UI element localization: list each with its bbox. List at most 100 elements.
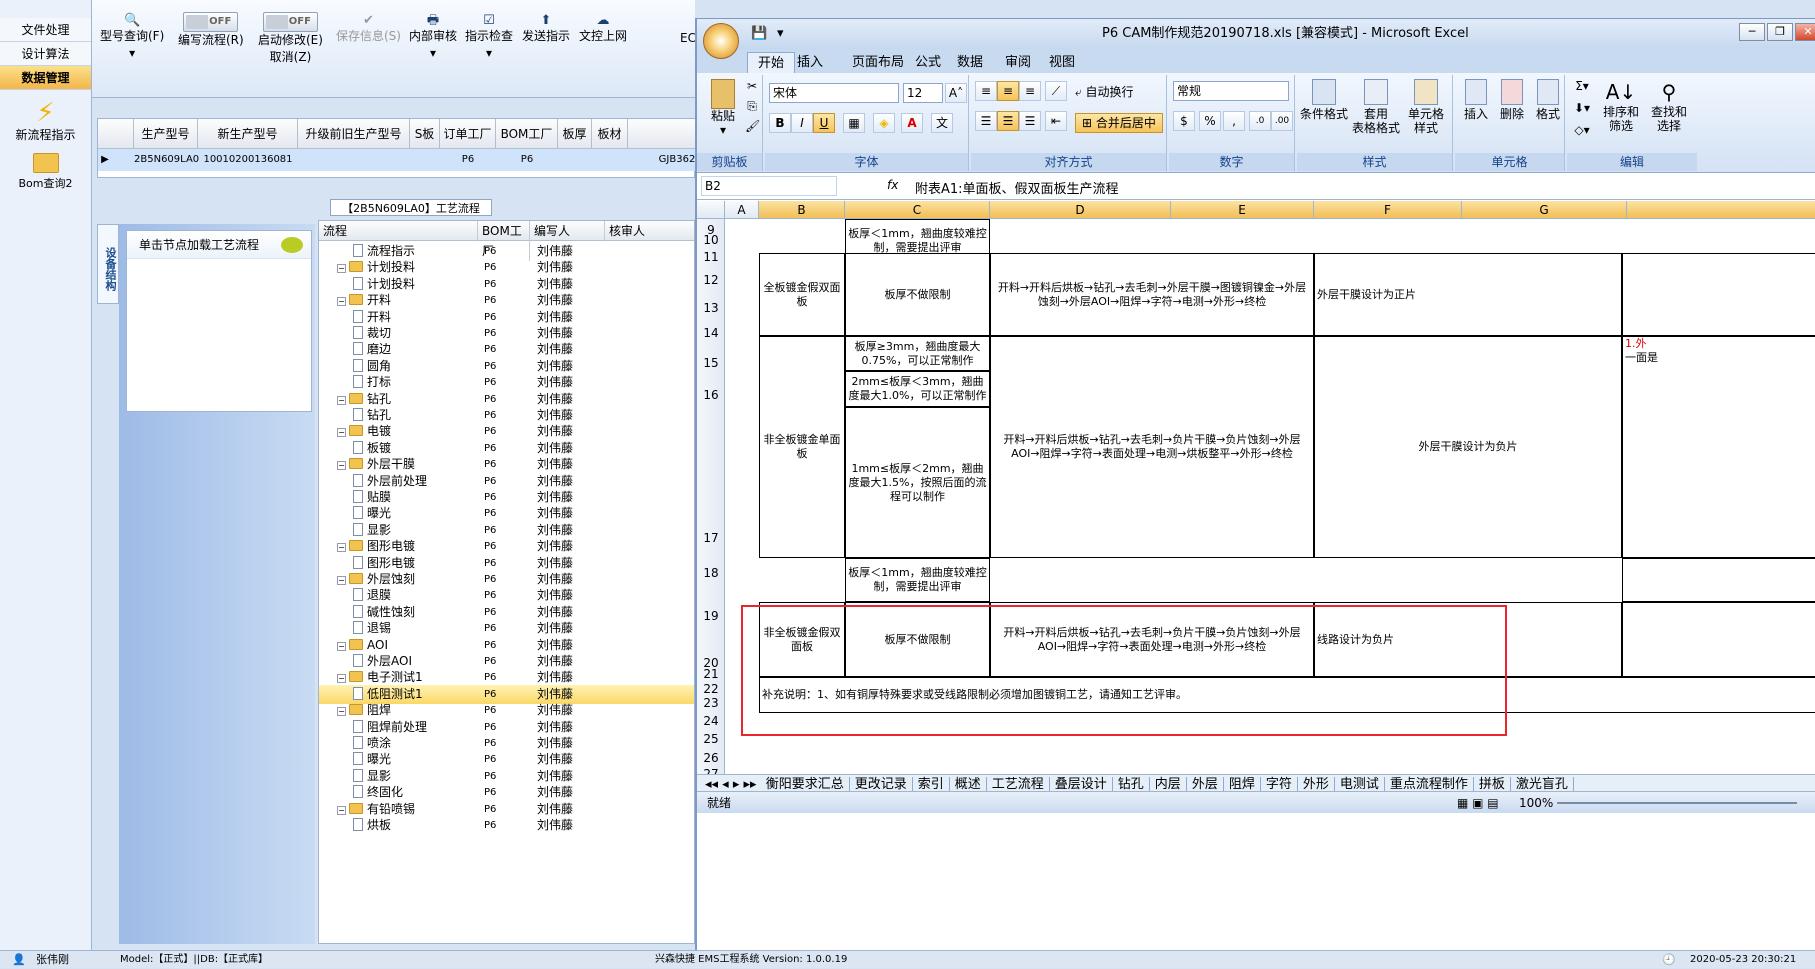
zoom-slider[interactable] (1557, 802, 1797, 804)
minimize-button[interactable]: ─ (1739, 23, 1765, 41)
grid-header[interactable]: 升级前旧生产型号 (298, 119, 410, 149)
grid-cell[interactable]: P6 (440, 149, 496, 171)
collapse-icon[interactable]: − (337, 576, 346, 585)
sheet-cell[interactable]: 开料→开料后烘板→钻孔→去毛刺→负片干膜→负片蚀刻→外层AOI→阻焊→字符→表面… (990, 336, 1314, 558)
format-table-button[interactable]: 套用 表格格式 (1351, 79, 1401, 135)
close-button[interactable]: ✕ (1795, 23, 1815, 41)
collapse-icon[interactable]: − (337, 543, 346, 553)
zoom-level[interactable]: 100% (1519, 792, 1553, 814)
collapse-icon[interactable]: − (337, 428, 346, 438)
nav-data[interactable]: 数据管理 (0, 66, 91, 90)
view-buttons[interactable]: ▦ ▣ ▤ (1457, 792, 1499, 814)
sheet-tab[interactable]: 电测试 (1334, 777, 1385, 792)
row-header[interactable]: 25 (697, 732, 725, 746)
collapse-icon[interactable]: − (337, 297, 346, 307)
ec-button[interactable]: EC (680, 30, 696, 47)
font-size-select[interactable]: 12 (903, 83, 943, 103)
sheet-cell[interactable]: 非全板镀金单面板 (759, 336, 845, 558)
align-center-icon[interactable]: ☰ (997, 111, 1019, 131)
upload-button[interactable]: ☁ 文控上网 (579, 12, 627, 45)
grid-header[interactable]: 板材 (592, 119, 628, 149)
quick-access-dropdown-icon[interactable]: ▾ (777, 19, 784, 49)
nav-design[interactable]: 设计算法 (0, 42, 91, 66)
sheet-cell[interactable]: 板厚不做限制 (845, 253, 990, 336)
sheet-tab[interactable]: 工艺流程 (986, 777, 1050, 792)
office-button[interactable] (703, 23, 739, 59)
copy-icon[interactable]: ⎘ (745, 99, 759, 113)
sheet-cell[interactable]: 1mm≤板厚＜2mm，翘曲度最大1.5%，按照后面的流程可以制作 (845, 407, 990, 558)
comma-icon[interactable]: , (1223, 111, 1245, 131)
sheet-tab[interactable]: 索引 (912, 777, 950, 792)
sheet-tab[interactable]: 更改记录 (849, 777, 913, 792)
orientation-icon[interactable]: ⟋ (1045, 81, 1067, 101)
row-header[interactable]: 26 (697, 751, 725, 765)
grow-font-icon[interactable]: A˄ (945, 83, 967, 103)
sheet-cell[interactable]: 1.外 一面是 (1622, 336, 1815, 558)
save-info-button[interactable]: ✔ 保存信息(S) (336, 12, 401, 45)
grid-header[interactable]: 板厚 (558, 119, 592, 149)
sheet-cell[interactable]: 外层干膜设计为负片 (1314, 336, 1622, 558)
sheet-tab[interactable]: 叠层设计 (1049, 777, 1113, 792)
check-button[interactable]: ☑ 指示检查 ▾ (465, 12, 513, 62)
ribbon-tab[interactable]: 插入 (797, 52, 823, 73)
sheet-tab[interactable]: 阻焊 (1223, 777, 1261, 792)
grid-cell[interactable]: GJB362 (658, 149, 696, 171)
grid-header[interactable]: 订单工厂 (440, 119, 496, 149)
find-select-button[interactable]: ⚲ 查找和 选择 (1647, 79, 1691, 133)
font-name-select[interactable]: 宋体 (769, 83, 899, 103)
conditional-format-button[interactable]: 条件格式 (1299, 79, 1349, 121)
sheet-cell[interactable] (1622, 558, 1815, 602)
align-left-icon[interactable]: ☰ (975, 111, 997, 131)
sheet-cell[interactable]: 全板镀金假双面板 (759, 253, 845, 336)
align-top-icon[interactable]: ≡ (975, 81, 997, 101)
clear-icon[interactable]: ◇▾ (1569, 123, 1595, 137)
start-modify-control[interactable]: OFF 启动修改(E) 取消(Z) (258, 12, 323, 66)
wrap-text-button[interactable]: ⤶ 自动换行 (1075, 85, 1165, 99)
ribbon-tab[interactable]: 数据 (957, 52, 983, 73)
ribbon-tab[interactable]: 视图 (1049, 52, 1075, 73)
number-format-select[interactable]: 常规 (1173, 81, 1289, 101)
sheet-tab[interactable]: 内层 (1149, 777, 1187, 792)
grid-cell[interactable]: 2B5N609LA0 (134, 149, 199, 171)
sheet-cell[interactable]: 开料→开料后烘板→钻孔→去毛刺→外层干膜→图镀铜镍金→外层蚀刻→外层AOI→阻焊… (990, 253, 1314, 336)
row-header[interactable]: 14 (697, 326, 725, 340)
italic-button[interactable]: I (791, 113, 813, 133)
sheet-tab[interactable]: 外形 (1297, 777, 1335, 792)
sheet-cell[interactable]: 板厚＜1mm，翘曲度较难控制，需要提出评审 (845, 558, 990, 602)
collapse-icon[interactable]: − (337, 264, 346, 274)
modify-toggle[interactable]: OFF (262, 12, 318, 32)
column-header[interactable] (1627, 201, 1815, 219)
ribbon-tab[interactable]: 开始 (747, 52, 796, 73)
sheet-cell[interactable] (1622, 253, 1815, 336)
row-header[interactable]: 21 (697, 667, 725, 681)
format-painter-icon[interactable]: 🖌 (745, 119, 760, 133)
sheet-tab[interactable]: 字符 (1260, 777, 1298, 792)
underline-button[interactable]: U (813, 113, 835, 133)
row-header[interactable]: 19 (697, 609, 725, 623)
align-bottom-icon[interactable]: ≡ (1019, 81, 1041, 101)
sheet-tab[interactable]: 钻孔 (1112, 777, 1150, 792)
row-header[interactable]: 18 (697, 566, 725, 580)
row-header[interactable]: 12 (697, 273, 725, 287)
column-header[interactable]: D (990, 201, 1171, 219)
cell-styles-button[interactable]: 单元格 样式 (1401, 79, 1451, 135)
bom-query-tool[interactable]: Bom查询2 (0, 153, 91, 191)
delete-button[interactable]: 删除 (1495, 79, 1529, 121)
sheet-tab[interactable]: 激光盲孔 (1510, 777, 1574, 792)
row-header[interactable]: 11 (697, 250, 725, 264)
ribbon-tab[interactable]: 公式 (915, 52, 941, 73)
fill-icon[interactable]: ⬇▾ (1569, 101, 1595, 115)
column-header[interactable]: C (845, 201, 990, 219)
sheet-tab[interactable]: 外层 (1186, 777, 1224, 792)
row-header[interactable]: 16 (697, 388, 725, 402)
tree-row[interactable]: 烘板 P6 刘伟藤 (319, 816, 694, 835)
sheet-nav-icon[interactable]: ◂◂ ◂ ▸ ▸▸ (705, 777, 761, 792)
new-flow-tool[interactable]: ⚡ 新流程指示 (0, 100, 91, 143)
column-header[interactable]: B (759, 201, 845, 219)
fill-color-icon[interactable]: ◈ (873, 113, 895, 133)
flow-tab[interactable]: 【2B5N609LA0】工艺流程 (330, 199, 492, 216)
column-header[interactable]: F (1314, 201, 1462, 219)
row-header[interactable]: 17 (697, 531, 725, 545)
align-middle-icon[interactable]: ≡ (997, 81, 1019, 101)
sheet-cell[interactable]: 外层干膜设计为正片 (1314, 253, 1622, 336)
